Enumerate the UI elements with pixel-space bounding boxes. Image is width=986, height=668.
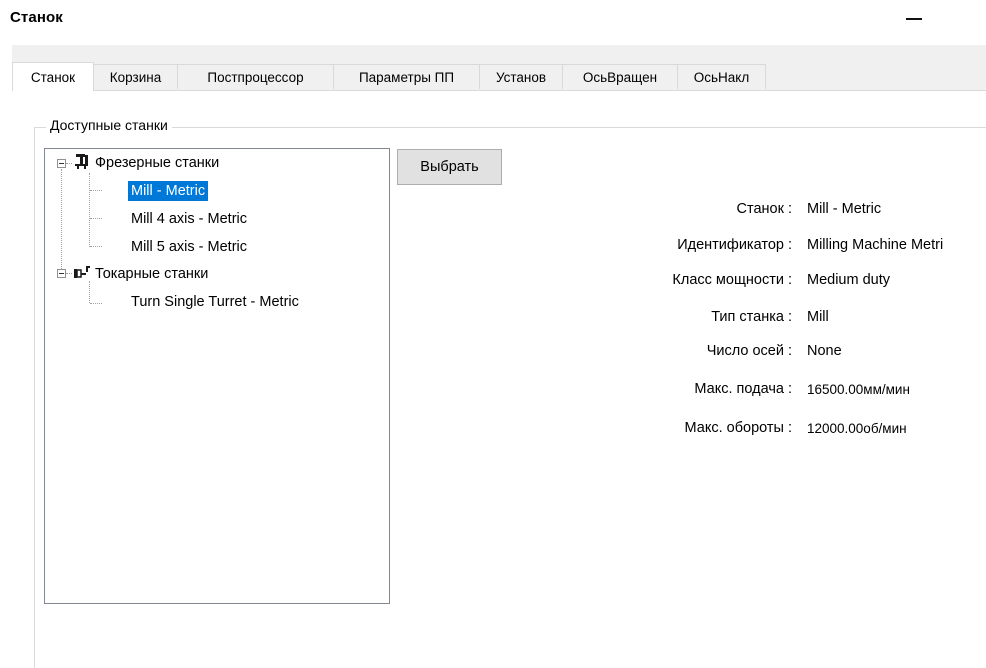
- tree-group-turning[interactable]: Токарные станки: [95, 264, 208, 284]
- info-label-max-feed: Макс. подача :: [694, 381, 792, 397]
- tree-connector: [90, 218, 102, 219]
- tree-connector: [90, 303, 102, 304]
- minimize-button[interactable]: [898, 2, 938, 34]
- tree-connector: [66, 273, 72, 274]
- collapse-icon[interactable]: [57, 269, 66, 278]
- tab-tilt-axis[interactable]: ОсьНакл: [677, 64, 766, 89]
- tree-item-mill-5-axis[interactable]: Mill 5 axis - Metric: [131, 237, 247, 257]
- info-label-machine: Станок :: [736, 201, 793, 217]
- tree-item-turn-single-turret[interactable]: Turn Single Turret - Metric: [131, 292, 299, 312]
- info-value-max-rpm: 12000.00об/мин: [807, 421, 907, 436]
- info-label-max-rpm: Макс. обороты :: [684, 420, 792, 436]
- tab-rotary-axis[interactable]: ОсьВращен: [562, 64, 678, 89]
- tree-item-mill-4-axis[interactable]: Mill 4 axis - Metric: [131, 209, 247, 229]
- tab-ustanov[interactable]: Установ: [479, 64, 563, 89]
- milling-machine-icon: [75, 154, 88, 169]
- collapse-icon[interactable]: [57, 159, 66, 168]
- tree-item-mill-metric[interactable]: Mill - Metric: [128, 181, 209, 201]
- info-value-axis-count: None: [807, 343, 842, 359]
- info-value-machine-type: Mill: [807, 309, 829, 325]
- tab-pp-parameters[interactable]: Параметры ПП: [333, 64, 480, 89]
- tab-bar: Станок Корзина Постпроцессор Параметры П…: [12, 62, 986, 91]
- info-value-power-class: Medium duty: [807, 272, 891, 288]
- info-value-machine: Mill - Metric: [807, 201, 882, 217]
- select-button[interactable]: Выбрать: [397, 149, 502, 185]
- minimize-icon: [906, 18, 922, 20]
- tab-korzina[interactable]: Корзина: [93, 64, 178, 89]
- tab-stanok[interactable]: Станок: [12, 62, 94, 91]
- available-machines-label: Доступные станки: [46, 117, 172, 133]
- tree-connector: [89, 281, 90, 303]
- tree-connector: [90, 190, 102, 191]
- tree-connector: [89, 173, 90, 247]
- info-label-identifier: Идентификатор :: [677, 237, 792, 253]
- tree-connector: [66, 163, 72, 164]
- tab-postprocessor[interactable]: Постпроцессор: [177, 64, 334, 89]
- tree-connector: [90, 246, 102, 247]
- tree-connector: [61, 169, 62, 273]
- machine-tree[interactable]: Фрезерные станки Mill - Metric Mill 4 ax…: [44, 148, 390, 604]
- info-value-identifier: Milling Machine Metri: [807, 237, 944, 253]
- info-label-power-class: Класс мощности :: [672, 272, 792, 288]
- info-label-machine-type: Тип станка :: [711, 309, 792, 325]
- tree-group-milling[interactable]: Фрезерные станки: [95, 153, 219, 173]
- info-label-axis-count: Число осей :: [706, 343, 792, 359]
- window-title: Станок: [10, 9, 63, 26]
- info-value-max-feed: 16500.00мм/мин: [807, 382, 910, 397]
- lathe-machine-icon: [74, 266, 90, 278]
